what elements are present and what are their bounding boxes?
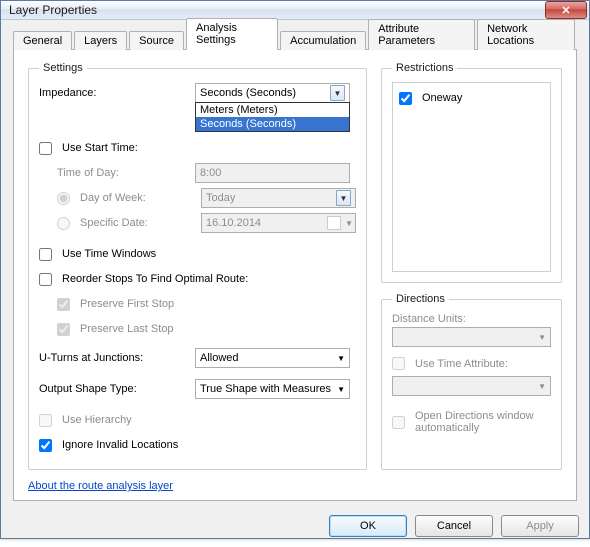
restrictions-legend: Restrictions [392,62,457,74]
time-of-day-label: Time of Day: [57,167,189,179]
close-button[interactable]: ✕ [545,1,587,19]
restriction-oneway-checkbox[interactable] [399,92,412,105]
ignore-invalid-checkbox[interactable] [39,439,52,452]
day-of-week-value: Today [206,192,235,204]
day-of-week-label: Day of Week: [80,192,195,204]
output-shape-label: Output Shape Type: [39,383,189,395]
preserve-first-stop-label: Preserve First Stop [80,298,174,310]
output-shape-select[interactable]: True Shape with Measures ▼ [195,379,350,399]
chevron-down-icon: ▼ [538,382,546,391]
use-start-time-label: Use Start Time: [62,142,138,154]
tab-network-locations[interactable]: Network Locations [477,19,575,50]
use-time-windows-checkbox[interactable] [39,248,52,261]
impedance-select[interactable]: Seconds (Seconds) ▼ [195,83,350,103]
impedance-dropdown: Meters (Meters) Seconds (Seconds) [195,102,350,132]
use-start-time-checkbox[interactable] [39,142,52,155]
close-icon: ✕ [561,4,570,17]
distance-units-label: Distance Units: [392,313,551,325]
specific-date-input: 16.10.2014 ▼ [201,213,356,233]
preserve-last-stop-label: Preserve Last Stop [80,323,174,335]
dialog-buttons: OK Cancel Apply [1,505,589,547]
tab-analysis-settings[interactable]: Analysis Settings [186,18,278,50]
cancel-button[interactable]: Cancel [415,515,493,537]
tab-attribute-parameters[interactable]: Attribute Parameters [368,19,475,50]
open-directions-checkbox [392,416,405,429]
chevron-down-icon: ▼ [337,354,345,363]
use-time-windows-label: Use Time Windows [62,248,156,260]
chevron-down-icon: ▼ [345,219,353,228]
directions-legend: Directions [392,293,449,305]
impedance-value: Seconds (Seconds) [200,87,296,99]
chevron-down-icon: ▼ [336,190,351,206]
about-link[interactable]: About the route analysis layer [28,480,562,492]
use-time-attr-label: Use Time Attribute: [415,358,508,370]
uturns-label: U-Turns at Junctions: [39,352,189,364]
content: General Layers Source Analysis Settings … [1,20,589,505]
output-shape-value: True Shape with Measures [200,383,331,395]
tabpage-analysis-settings: Settings Impedance: Seconds (Seconds) ▼ … [13,50,577,501]
uturns-value: Allowed [200,352,239,364]
window-title: Layer Properties [9,3,545,17]
reorder-stops-label: Reorder Stops To Find Optimal Route: [62,273,248,285]
open-directions-label: Open Directions window automatically [415,410,551,434]
layer-properties-dialog: Layer Properties ✕ General Layers Source… [0,0,590,539]
specific-date-label: Specific Date: [80,217,195,229]
distance-units-select: ▼ [392,327,551,347]
tab-source[interactable]: Source [129,31,184,50]
tabstrip: General Layers Source Analysis Settings … [13,28,577,50]
impedance-option-meters[interactable]: Meters (Meters) [196,103,349,117]
settings-group: Settings Impedance: Seconds (Seconds) ▼ … [28,62,367,470]
uturns-select[interactable]: Allowed ▼ [195,348,350,368]
chevron-down-icon: ▼ [330,85,345,101]
calendar-icon [327,216,341,230]
settings-legend: Settings [39,62,87,74]
preserve-first-stop-checkbox [57,298,70,311]
day-of-week-radio [57,192,70,205]
ignore-invalid-label: Ignore Invalid Locations [62,439,178,451]
tab-layers[interactable]: Layers [74,31,127,50]
use-hierarchy-label: Use Hierarchy [62,414,132,426]
restrictions-group: Restrictions Oneway [381,62,562,283]
time-of-day-input[interactable] [195,163,350,183]
titlebar: Layer Properties ✕ [1,1,589,20]
specific-date-value: 16.10.2014 [206,217,323,229]
tab-general[interactable]: General [13,31,72,50]
use-hierarchy-checkbox [39,414,52,427]
tab-accumulation[interactable]: Accumulation [280,31,366,50]
ok-button[interactable]: OK [329,515,407,537]
apply-button[interactable]: Apply [501,515,579,537]
directions-group: Directions Distance Units: ▼ Use Time At… [381,293,562,470]
preserve-last-stop-checkbox [57,323,70,336]
restrictions-list: Oneway [392,82,551,272]
impedance-label: Impedance: [39,87,189,99]
chevron-down-icon: ▼ [337,385,345,394]
day-of-week-select: Today ▼ [201,188,356,208]
specific-date-radio [57,217,70,230]
restriction-oneway-label: Oneway [422,92,462,104]
chevron-down-icon: ▼ [538,333,546,342]
time-attr-select: ▼ [392,376,551,396]
reorder-stops-checkbox[interactable] [39,273,52,286]
use-time-attr-checkbox [392,357,405,370]
impedance-option-seconds[interactable]: Seconds (Seconds) [196,117,349,131]
